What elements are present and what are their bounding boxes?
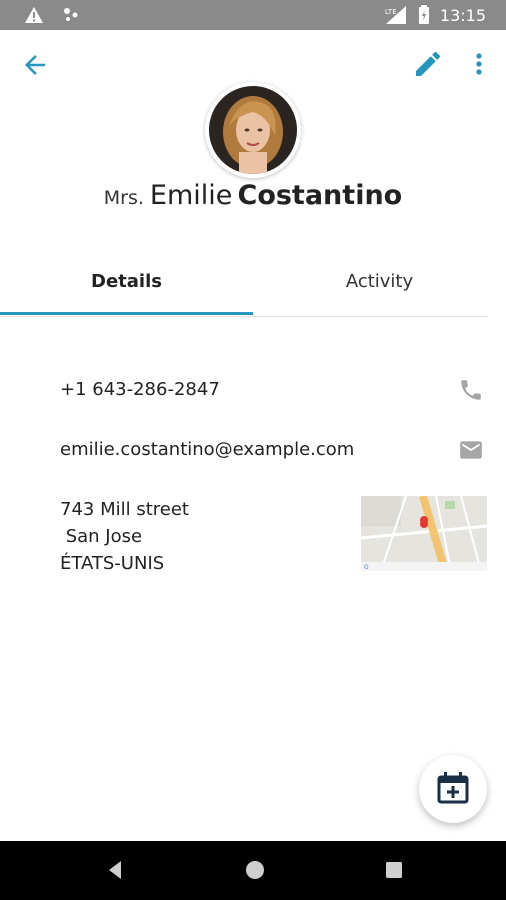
pencil-icon [416,51,441,76]
map-logo: G [364,564,369,571]
mail-icon [460,441,482,459]
nav-home-icon [246,861,264,879]
assistant-icon [64,8,78,21]
status-left [24,6,82,24]
status-bar: LTE 13:15 [0,0,506,30]
avatar [205,82,301,178]
address-street: 743 Mill street [60,499,189,520]
status-right: LTE 13:15 [384,5,486,25]
tab-details[interactable]: Details [0,258,253,314]
warning-icon [25,7,43,23]
nav-back-icon [109,861,121,879]
nav-recents-icon [386,862,402,878]
address-country: ÉTATS-UNIS [60,553,165,574]
system-nav-bar [0,841,506,900]
status-time: 13:15 [439,5,486,25]
map-thumbnail[interactable]: G [361,496,487,571]
edit-button[interactable] [412,48,444,80]
more-vert-icon [476,53,482,75]
back-button[interactable] [20,50,50,80]
battery-icon [418,5,429,24]
email-button[interactable] [458,437,484,463]
tab-indicator [0,312,253,315]
more-options-button[interactable] [468,48,490,80]
phone-icon [461,380,481,400]
signal-icon: LTE [385,6,406,24]
contact-title: Mrs. [103,187,144,209]
contact-first-name: Emilie [149,180,233,211]
avatar-photo [209,86,297,174]
network-type: LTE [385,8,397,16]
arrow-back-icon [25,55,45,75]
nav-back-button[interactable] [105,859,125,885]
nav-home-button[interactable] [244,859,266,885]
call-button[interactable] [458,377,484,403]
phone-number: +1 643-286-2847 [60,379,220,400]
tab-bar: Details Activity [0,258,488,317]
email-row[interactable]: emilie.costantino@example.com [60,439,490,460]
tab-activity[interactable]: Activity [253,258,506,314]
contact-last-name: Costantino [237,180,403,211]
add-event-fab[interactable] [419,755,487,823]
email-address: emilie.costantino@example.com [60,439,355,460]
address-city: San Jose [60,526,143,547]
address-row[interactable]: 743 Mill street San Jose ÉTATS-UNIS [60,496,350,577]
calendar-add-icon [437,772,469,804]
phone-row[interactable]: +1 643-286-2847 [60,379,490,400]
contact-name: Mrs. Emilie Costantino [0,180,506,211]
nav-recents-button[interactable] [384,859,404,885]
